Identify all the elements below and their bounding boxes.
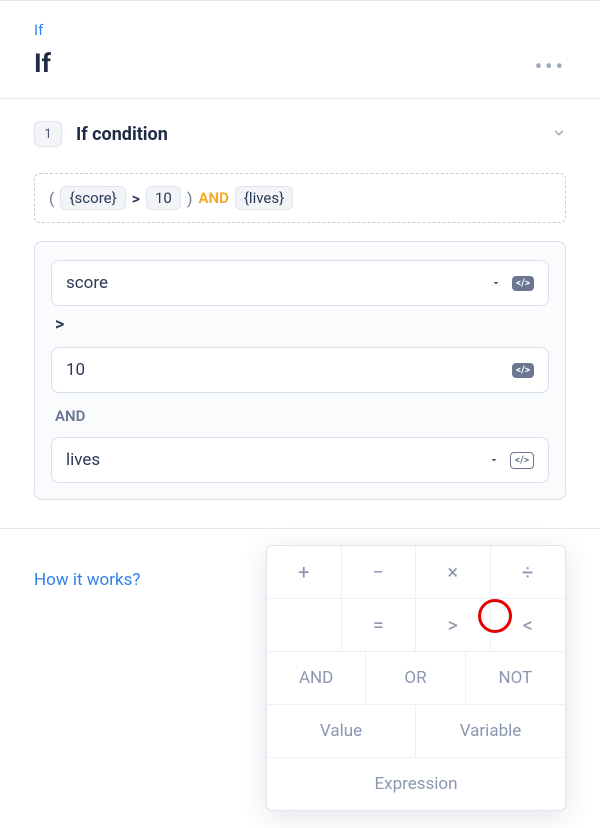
expression-preview[interactable]: ( {score} > 10 ) AND {lives} (34, 173, 566, 223)
more-icon[interactable]: ••• (535, 21, 566, 80)
op-or-button[interactable]: OR (366, 652, 465, 704)
popover-row-logical: AND OR NOT (267, 652, 565, 705)
op-multiply-button[interactable]: × (416, 546, 491, 598)
op-not-button[interactable]: NOT (466, 652, 565, 704)
op-greater-button[interactable]: > (416, 599, 491, 651)
condition-builder: score </> > 10 </> AND lives (34, 241, 566, 500)
code-icon[interactable]: </> (510, 452, 534, 469)
op-plus-button[interactable]: + (267, 546, 342, 598)
type-expression-button[interactable]: Expression (267, 758, 565, 810)
chevron-down-icon[interactable] (552, 125, 566, 144)
paren-open: ( (49, 189, 54, 208)
condition-section: 1 If condition ( {score} > 10 ) AND {liv… (0, 99, 600, 500)
op-spacer (267, 599, 342, 651)
type-variable-button[interactable]: Variable (416, 705, 565, 757)
op-equals-button[interactable]: = (342, 599, 417, 651)
page-title: If (34, 49, 51, 79)
logical-and: AND (198, 189, 228, 207)
variable-chip-score[interactable]: {score} (60, 186, 125, 210)
logical-label: AND (51, 393, 549, 437)
op-minus-button[interactable]: − (342, 546, 417, 598)
dropdown-icon[interactable] (488, 451, 500, 470)
operator-popover: + − × ÷ = > < AND OR NOT Value Variable … (266, 545, 566, 811)
operand-value: lives (66, 450, 478, 470)
code-icon[interactable]: </> (512, 276, 534, 291)
op-divide-button[interactable]: ÷ (491, 546, 566, 598)
popover-row-compare: = > < (267, 599, 565, 652)
how-it-works-link[interactable]: How it works? (34, 570, 140, 590)
paren-close: ) (187, 189, 193, 208)
header: If If ••• (0, 1, 600, 99)
popover-row-type: Value Variable (267, 705, 565, 758)
comparison-operator[interactable]: > (51, 306, 549, 347)
operand-field-1[interactable]: score </> (51, 260, 549, 306)
value-chip-10[interactable]: 10 (146, 186, 181, 210)
breadcrumb[interactable]: If (34, 21, 51, 39)
operand-value: 10 (66, 360, 502, 380)
operand-field-3[interactable]: lives </> (51, 437, 549, 483)
section-title: If condition (76, 124, 538, 145)
operand-field-2[interactable]: 10 </> (51, 347, 549, 393)
op-less-button[interactable]: < (491, 599, 566, 651)
section-head[interactable]: 1 If condition (34, 121, 566, 147)
header-left: If If (34, 21, 51, 79)
popover-row-math: + − × ÷ (267, 546, 565, 599)
step-badge: 1 (34, 121, 62, 147)
variable-chip-lives[interactable]: {lives} (235, 186, 293, 210)
dropdown-icon[interactable] (490, 274, 502, 293)
operand-value: score (66, 273, 480, 293)
popover-row-expression: Expression (267, 758, 565, 810)
operator-gt: > (132, 189, 140, 208)
type-value-button[interactable]: Value (267, 705, 416, 757)
op-and-button[interactable]: AND (267, 652, 366, 704)
code-icon[interactable]: </> (512, 363, 534, 378)
